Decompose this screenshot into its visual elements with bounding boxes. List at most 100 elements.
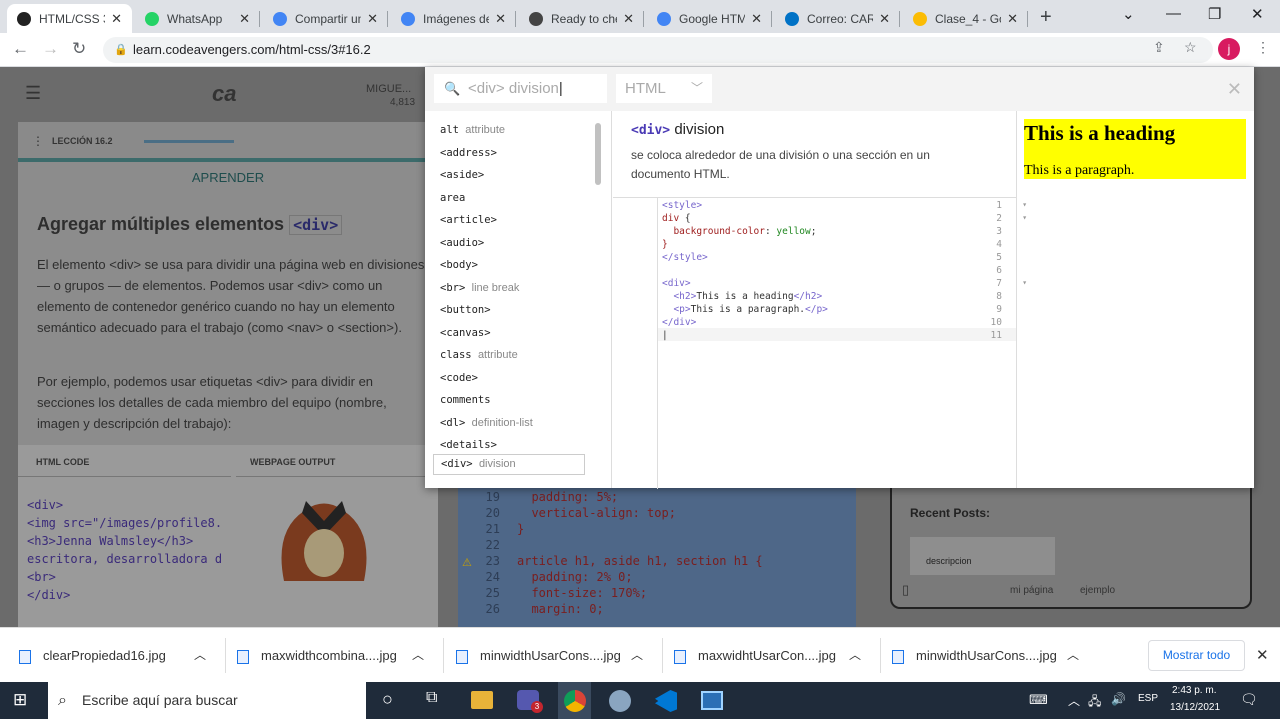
close-icon[interactable]: ✕ — [1227, 79, 1242, 100]
detail-description: se coloca alrededor de una división o un… — [631, 148, 930, 181]
close-tab-icon[interactable]: ✕ — [751, 11, 762, 27]
browser-tab[interactable]: Google HTML ✕ — [647, 4, 772, 33]
tab-search-chevron-icon[interactable]: ⌄ — [1122, 5, 1135, 23]
windows-start-icon[interactable]: ⊞ — [13, 690, 27, 710]
volume-icon[interactable]: 🔊 — [1111, 692, 1126, 706]
tab-learn[interactable]: APRENDER — [18, 170, 438, 185]
close-tab-icon[interactable]: ✕ — [879, 11, 890, 27]
tray-chevron-icon[interactable]: ︿ — [1068, 692, 1080, 709]
task-view-icon[interactable]: ⧉ — [426, 689, 437, 707]
tag-list-item[interactable]: <div> division — [433, 453, 585, 475]
code-line: <h2>This is a heading</h2> — [662, 291, 822, 302]
hamburger-menu-icon[interactable]: ☰ — [25, 83, 41, 104]
file-explorer-icon[interactable] — [471, 691, 493, 709]
tag-list-item[interactable]: alt attribute — [440, 124, 505, 136]
tag-list-item[interactable]: <code> — [440, 372, 478, 384]
vscode-icon[interactable] — [655, 690, 677, 712]
minimize-button[interactable]: — — [1166, 5, 1181, 22]
reload-icon[interactable]: ↻ — [72, 39, 86, 59]
url-bar[interactable]: 🔒 learn.codeavengers.com/html-css/3#16.2 — [103, 37, 1213, 63]
tag-detail-panel: <div> division se coloca alrededor de un… — [613, 111, 1027, 489]
browser-tab[interactable]: HTML/CSS 3. ✕ — [7, 4, 132, 33]
forward-icon[interactable]: → — [42, 39, 59, 59]
tag-list-item[interactable]: <canvas> — [440, 327, 491, 339]
profile-illustration-svg — [281, 501, 367, 581]
close-tab-icon[interactable]: ✕ — [239, 11, 250, 27]
code-line: <p>This is a paragraph.</p> — [662, 304, 827, 315]
cortana-icon[interactable]: ○ — [382, 689, 393, 710]
download-item[interactable]: maxwidthcombina....jpg — [237, 648, 397, 664]
app-icon[interactable] — [609, 690, 631, 712]
download-item[interactable]: minwidthUsarCons....jpg — [892, 648, 1057, 664]
tab-title: HTML/CSS 3. — [39, 11, 105, 26]
new-tab-button[interactable]: + — [1040, 6, 1052, 29]
tag-list-item[interactable]: <article> — [440, 214, 497, 226]
download-item[interactable]: minwidthUsarCons....jpg — [456, 648, 621, 664]
clock-date[interactable]: 13/12/2021 — [1170, 702, 1220, 713]
photos-icon[interactable] — [701, 691, 723, 710]
tag-list-item[interactable]: <aside> — [440, 169, 484, 181]
close-window-button[interactable]: ✕ — [1251, 5, 1264, 23]
profile-avatar[interactable]: j — [1218, 38, 1240, 60]
keyboard-icon[interactable]: ⌨ — [1029, 692, 1048, 708]
link-mi-pagina[interactable]: mi página — [1010, 585, 1053, 596]
code-token: <style> — [662, 200, 703, 211]
browser-tab[interactable]: Correo: CARL ✕ — [775, 4, 900, 33]
restore-button[interactable]: ❐ — [1208, 5, 1221, 23]
chevron-up-icon[interactable]: ︿ — [1067, 646, 1079, 663]
network-icon[interactable]: 🖧 — [1088, 692, 1101, 713]
chevron-up-icon[interactable]: ︿ — [631, 646, 643, 663]
chevron-up-icon[interactable]: ︿ — [412, 646, 424, 663]
tag-list-item[interactable]: <button> — [440, 304, 491, 316]
tag-list-item[interactable]: <dl> definition-list — [440, 417, 533, 429]
tag-name: alt — [440, 124, 459, 136]
tag-list-item[interactable]: <body> — [440, 259, 478, 271]
close-tab-icon[interactable]: ✕ — [1007, 11, 1018, 27]
tag-name: <dl> — [440, 416, 466, 429]
browser-tab[interactable]: Imágenes de ✕ — [391, 4, 516, 33]
browser-tab[interactable]: WhatsApp ✕ — [135, 4, 260, 33]
bookmark-star-icon[interactable]: ☆ — [1184, 39, 1197, 56]
tag-search-input[interactable]: 🔍 <div> division| — [434, 74, 607, 103]
browser-tab[interactable]: Compartir un ✕ — [263, 4, 388, 33]
close-downloads-icon[interactable]: ✕ — [1256, 646, 1269, 664]
code-line: <div> — [662, 278, 691, 289]
tag-list-item[interactable]: area — [440, 192, 465, 204]
back-icon[interactable]: ← — [12, 39, 29, 59]
clock-time[interactable]: 2:43 p. m. — [1172, 685, 1216, 696]
taskbar-search[interactable]: ⌕ Escribe aquí para buscar — [48, 682, 366, 719]
tag-list-item[interactable]: <details> — [440, 439, 497, 451]
browser-tab[interactable]: Clase_4 - Goo ✕ — [903, 4, 1028, 33]
tag-list-item[interactable]: comments — [440, 394, 491, 406]
browser-tab[interactable]: Ready to che ✕ — [519, 4, 644, 33]
chevron-up-icon[interactable]: ︿ — [849, 646, 861, 663]
notifications-icon[interactable]: 🗨 — [1240, 691, 1258, 708]
tag-list-item[interactable]: <audio> — [440, 237, 484, 249]
code-line: | — [662, 330, 668, 341]
language-indicator[interactable]: ESP — [1138, 693, 1158, 704]
example-code-editor[interactable]: 1 ▾ <style> 2 ▾ div {3 background-color: yell… — [613, 197, 1027, 489]
tag-name: <audio> — [440, 236, 485, 249]
close-tab-icon[interactable]: ✕ — [495, 11, 506, 27]
tag-list-item[interactable]: <address> — [440, 147, 497, 159]
download-item[interactable]: maxwidhtUsarCon....jpg — [674, 648, 836, 664]
live-preview: This is a heading This is a paragraph. — [1016, 111, 1254, 488]
detail-tag: <div> — [631, 123, 671, 138]
chevron-up-icon[interactable]: ︿ — [194, 646, 206, 663]
language-select[interactable]: HTML ﹀ — [616, 74, 712, 103]
tag-list-item[interactable]: class attribute — [440, 349, 518, 361]
chrome-icon[interactable] — [564, 690, 586, 712]
close-tab-icon[interactable]: ✕ — [367, 11, 378, 27]
tag-list-item[interactable]: <br> line break — [440, 282, 519, 294]
address-toolbar: ← → ↻ 🔒 learn.codeavengers.com/html-css/… — [0, 33, 1280, 67]
link-ejemplo[interactable]: ejemplo — [1080, 585, 1115, 596]
close-tab-icon[interactable]: ✕ — [111, 11, 122, 27]
code-token: : — [764, 226, 777, 237]
kebab-menu-icon[interactable]: ⋮ — [1256, 39, 1270, 56]
close-tab-icon[interactable]: ✕ — [623, 11, 634, 27]
scrollbar-thumb[interactable] — [595, 123, 601, 185]
download-item[interactable]: clearPropiedad16.jpg — [19, 648, 166, 664]
show-all-button[interactable]: Mostrar todo — [1148, 640, 1245, 671]
share-icon[interactable]: ⇪ — [1153, 39, 1165, 56]
drag-handle-icon[interactable]: ⋮ — [32, 134, 44, 148]
